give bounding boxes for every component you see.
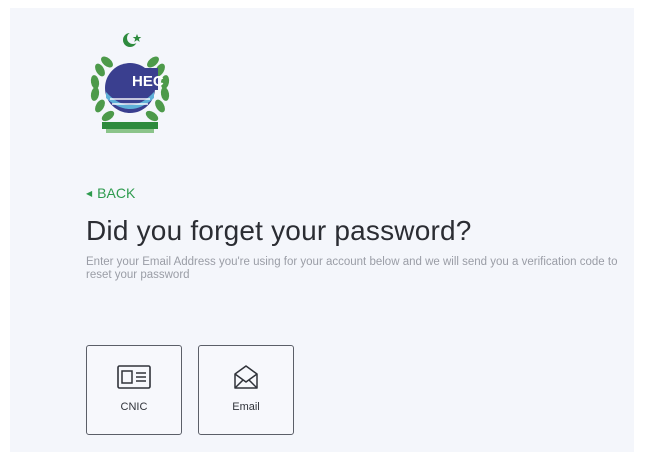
caret-left-icon: ◀ <box>86 188 93 198</box>
forgot-password-page: HEC ◀ BACK Did you forget your password?… <box>10 8 634 452</box>
hec-emblem-icon: HEC <box>90 32 170 133</box>
hec-logo: HEC <box>80 28 180 140</box>
email-option-button[interactable]: Email <box>198 345 294 435</box>
cnic-option-button[interactable]: CNIC <box>86 345 182 435</box>
page-title: Did you forget your password? <box>86 215 472 246</box>
back-label: BACK <box>97 185 136 201</box>
email-option-label: Email <box>232 401 260 413</box>
envelope-icon <box>199 362 293 392</box>
id-card-icon <box>87 362 181 392</box>
page-subtitle: Enter your Email Address you're using fo… <box>86 256 618 281</box>
cnic-option-label: CNIC <box>120 401 148 413</box>
back-link[interactable]: ◀ BACK <box>86 185 135 201</box>
logo-text: HEC <box>132 73 164 90</box>
